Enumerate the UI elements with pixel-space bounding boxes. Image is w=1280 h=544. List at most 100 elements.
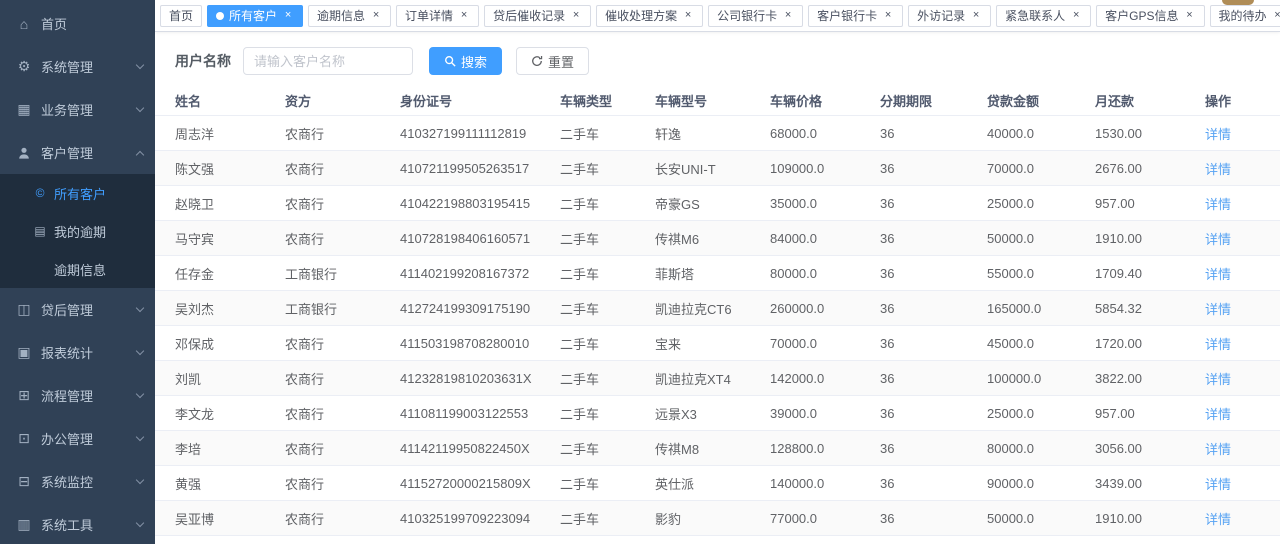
close-icon[interactable]: ×	[1070, 10, 1082, 22]
chevron-down-icon	[136, 433, 144, 441]
close-icon[interactable]: ×	[682, 10, 694, 22]
search-button[interactable]: 搜索	[429, 47, 502, 75]
cell-monthly: 1910.00	[1075, 231, 1185, 246]
copyright-icon: ©	[33, 186, 47, 200]
sidebar-item-label: 系统监控	[41, 472, 131, 491]
tab[interactable]: 订单详情 ×	[396, 5, 479, 27]
sidebar-item[interactable]: ⊞ 流程管理	[0, 374, 155, 417]
tab[interactable]: 紧急联系人 ×	[996, 5, 1091, 27]
close-icon[interactable]: ×	[458, 10, 470, 22]
chevron-down-icon	[136, 519, 144, 527]
sidebar-item[interactable]: ⚙ 系统管理	[0, 45, 155, 88]
cell-id-number: 410728198406160571	[380, 231, 540, 246]
tab[interactable]: 贷后催收记录 ×	[484, 5, 591, 27]
sidebar-item-label: 所有客户	[54, 184, 143, 203]
sidebar-item[interactable]: ⌂ 首页	[0, 2, 155, 45]
close-icon[interactable]: ×	[1184, 10, 1196, 22]
detail-link[interactable]: 详情	[1205, 407, 1231, 422]
search-input[interactable]	[243, 47, 413, 75]
tab[interactable]: 外访记录 ×	[908, 5, 991, 27]
detail-link[interactable]: 详情	[1205, 197, 1231, 212]
cell-vehicle-type: 二手车	[540, 334, 635, 353]
close-icon[interactable]: ×	[882, 10, 894, 22]
tab[interactable]: 客户银行卡 ×	[808, 5, 903, 27]
cell-loan: 40000.0	[967, 126, 1075, 141]
cell-price: 70000.0	[750, 336, 860, 351]
chevron-down-icon	[136, 347, 144, 355]
cell-loan: 100000.0	[967, 371, 1075, 386]
tab[interactable]: 催收处理方案 ×	[596, 5, 703, 27]
sidebar-item[interactable]: ▥ 系统工具	[0, 503, 155, 544]
tab[interactable]: 我的待办 ×	[1210, 5, 1280, 27]
cell-model: 影豹	[635, 509, 750, 528]
cell-term: 36	[860, 511, 967, 526]
sidebar-item[interactable]: ▣ 报表统计	[0, 331, 155, 374]
sidebar-item[interactable]: ⊟ 系统监控	[0, 460, 155, 503]
cell-term: 36	[860, 476, 967, 491]
cell-funder: 农商行	[265, 194, 380, 213]
cell-term: 36	[860, 441, 967, 456]
detail-link[interactable]: 详情	[1205, 477, 1231, 492]
cell-model: 传祺M8	[635, 439, 750, 458]
sidebar-item-label: 贷后管理	[41, 300, 131, 319]
tab-label: 贷后催收记录	[493, 7, 565, 24]
sidebar-item[interactable]: ◫ 贷后管理	[0, 288, 155, 331]
detail-link[interactable]: 详情	[1205, 337, 1231, 352]
cell-price: 260000.0	[750, 301, 860, 316]
tab[interactable]: 逾期信息 ×	[308, 5, 391, 27]
cell-funder: 农商行	[265, 404, 380, 423]
cell-id-number: 412724199309175190	[380, 301, 540, 316]
sidebar-item[interactable]: 客户管理	[0, 131, 155, 174]
cell-term: 36	[860, 196, 967, 211]
cell-name: 陈文强	[155, 159, 265, 178]
sidebar-item-label: 系统工具	[41, 515, 131, 534]
sidebar-item-label: 首页	[41, 14, 143, 33]
reset-button[interactable]: 重置	[516, 47, 589, 75]
tab[interactable]: 客户GPS信息 ×	[1096, 5, 1204, 27]
tab[interactable]: 所有客户 ×	[207, 5, 303, 27]
sidebar-item-label: 我的逾期	[54, 222, 143, 241]
avatar[interactable]	[1222, 0, 1254, 5]
close-icon[interactable]: ×	[570, 10, 582, 22]
cell-funder: 农商行	[265, 229, 380, 248]
sidebar-item-label: 业务管理	[41, 100, 131, 119]
sidebar-item[interactable]: © 所有客户	[0, 174, 155, 212]
cell-funder: 农商行	[265, 334, 380, 353]
detail-link[interactable]: 详情	[1205, 267, 1231, 282]
sidebar-item[interactable]: ▤ 我的逾期	[0, 212, 155, 250]
close-icon[interactable]: ×	[370, 10, 382, 22]
cell-funder: 农商行	[265, 439, 380, 458]
detail-link[interactable]: 详情	[1205, 302, 1231, 317]
detail-link[interactable]: 详情	[1205, 512, 1231, 527]
cell-term: 36	[860, 371, 967, 386]
close-icon[interactable]: ×	[970, 10, 982, 22]
cell-price: 142000.0	[750, 371, 860, 386]
search-field-label: 用户名称	[175, 51, 231, 71]
close-icon[interactable]: ×	[282, 10, 294, 22]
tab-label: 客户GPS信息	[1105, 7, 1178, 24]
cell-id-number: 41152720000215809X	[380, 476, 540, 491]
detail-link[interactable]: 详情	[1205, 127, 1231, 142]
sidebar-item[interactable]: 逾期信息	[0, 250, 155, 288]
tab[interactable]: 首页 ×	[160, 5, 202, 27]
monitor-icon: ⊟	[16, 473, 32, 490]
cell-id-number: 410325199709223094	[380, 511, 540, 526]
close-icon[interactable]: ×	[782, 10, 794, 22]
chevron-down-icon	[136, 104, 144, 112]
sidebar-item[interactable]: ⊡ 办公管理	[0, 417, 155, 460]
close-icon[interactable]: ×	[1272, 10, 1280, 22]
table-row: 周志洋 农商行 410327199111112819 二手车 轩逸 68000.…	[155, 116, 1280, 151]
tab[interactable]: 公司银行卡 ×	[708, 5, 803, 27]
tab-label: 外访记录	[917, 7, 965, 24]
cell-name: 马守宾	[155, 229, 265, 248]
cell-monthly: 3056.00	[1075, 441, 1185, 456]
detail-link[interactable]: 详情	[1205, 442, 1231, 457]
chart-icon: ▣	[16, 344, 32, 361]
sidebar-item[interactable]: ▦ 业务管理	[0, 88, 155, 131]
cell-id-number: 411402199208167372	[380, 266, 540, 281]
detail-link[interactable]: 详情	[1205, 372, 1231, 387]
cell-id-number: 41232819810203631X	[380, 371, 540, 386]
cell-term: 36	[860, 231, 967, 246]
detail-link[interactable]: 详情	[1205, 162, 1231, 177]
detail-link[interactable]: 详情	[1205, 232, 1231, 247]
